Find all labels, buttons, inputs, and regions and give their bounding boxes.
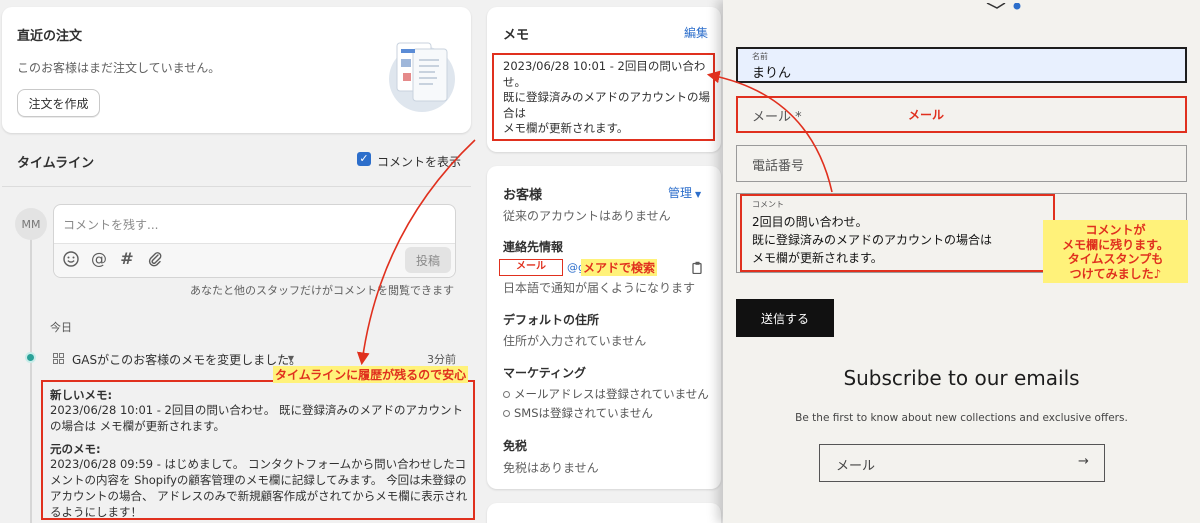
annotation-arrows <box>356 70 833 366</box>
arrow-memo-to-timeline <box>356 139 476 366</box>
arrow-form-to-memo <box>706 70 833 193</box>
